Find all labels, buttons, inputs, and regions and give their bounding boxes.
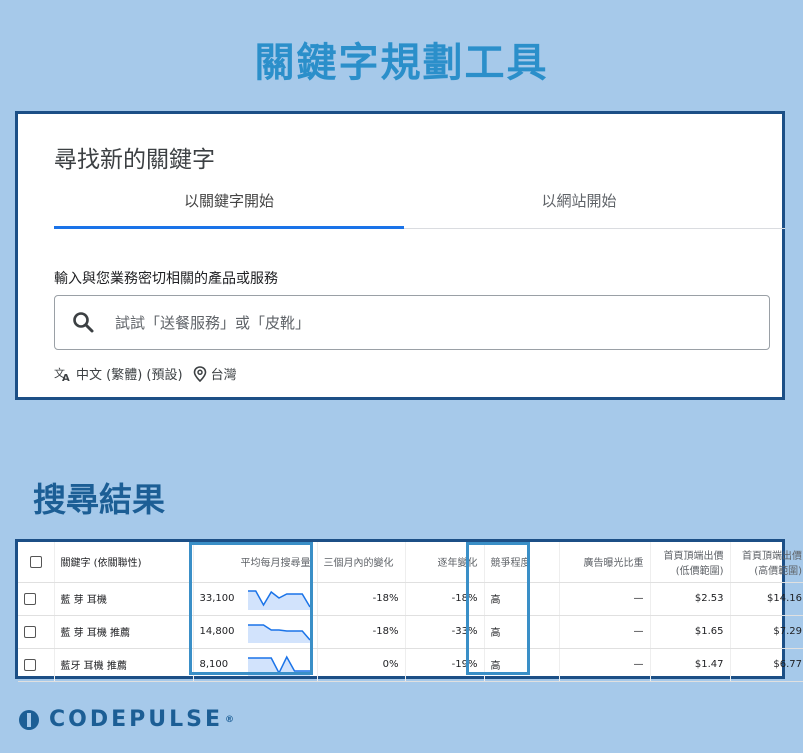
bid-high-cell: $14.16 (729, 582, 803, 616)
trend-sparkline (247, 589, 311, 610)
locale-row: 文 A 中文 (繁體) (預設) 台灣 (54, 364, 237, 384)
trend-sparkline (247, 623, 311, 643)
three-month-cell: 0% (316, 648, 405, 682)
tab-start-with-website[interactable]: 以網站開始 (404, 190, 754, 226)
row-checkbox-cell (18, 582, 54, 616)
translate-icon: 文 A (54, 366, 70, 382)
bid-low-cell: $2.53 (649, 582, 730, 616)
input-label: 輸入與您業務密切相關的產品或服務 (54, 271, 278, 287)
results-title: 搜尋結果 (33, 480, 165, 519)
page-title: 關鍵字規劃工具 (254, 40, 549, 86)
keyword-cell[interactable]: 藍牙 耳機 推薦 (53, 648, 193, 682)
impression-share-cell: — (558, 582, 650, 616)
table-row: 藍牙 耳機 推薦 8,100 0% -19% 高 — $1.47 $6.77 (18, 648, 803, 682)
svg-text:A: A (62, 373, 70, 382)
impression-share-cell: — (558, 648, 650, 682)
volume-value: 14,800 (199, 626, 235, 637)
three-month-cell: -18% (316, 582, 405, 616)
competition-cell: 高 (483, 615, 559, 649)
volume-cell: 8,100 (192, 648, 317, 682)
col-yoy-change[interactable]: 逐年變化 (404, 542, 484, 583)
yoy-cell: -18% (404, 582, 484, 616)
select-all-cell (18, 542, 54, 583)
location-selector[interactable]: 台灣 (211, 364, 237, 383)
table-header-row: 關鍵字 (依關聯性) 平均每月搜尋量 三個月內的變化 逐年變化 競爭程度 廣告曝… (18, 542, 803, 583)
volume-value: 33,100 (199, 593, 235, 604)
logo-text: CODEPULSE (49, 707, 224, 732)
three-month-cell: -18% (316, 615, 405, 649)
active-tab-indicator (54, 226, 404, 229)
volume-cell: 14,800 (192, 615, 317, 649)
language-selector[interactable]: 中文 (繁體) (預設) (76, 364, 183, 383)
col-competition[interactable]: 競爭程度 (483, 542, 559, 583)
bid-high-cell: $6.77 (729, 648, 803, 682)
search-input[interactable] (113, 308, 757, 338)
finder-title: 尋找新的關鍵字 (54, 147, 215, 173)
brand-logo: CODEPULSE ® (17, 707, 234, 732)
col-bid-low[interactable]: 首頁頂端出價 (低價範圍) (649, 542, 730, 583)
col-impression-share[interactable]: 廣告曝光比重 (558, 542, 650, 583)
col-bid-high[interactable]: 首頁頂端出價 (高價範圍) (729, 542, 803, 583)
row-checkbox-cell (18, 648, 54, 682)
select-all-checkbox[interactable] (29, 555, 42, 568)
bid-low-cell: $1.47 (649, 648, 730, 682)
col-keyword[interactable]: 關鍵字 (依關聯性) (53, 542, 193, 583)
search-icon (73, 312, 94, 333)
keyword-cell[interactable]: 藍 芽 耳機 (53, 582, 193, 616)
yoy-cell: -19% (404, 648, 484, 682)
table-row: 藍 芽 耳機 推薦 14,800 -18% -33% 高 — $1.65 $7.… (18, 615, 803, 649)
location-pin-icon (193, 365, 206, 382)
row-checkbox[interactable] (24, 658, 36, 671)
row-checkbox[interactable] (24, 625, 36, 638)
row-checkbox[interactable] (24, 592, 36, 605)
yoy-cell: -33% (404, 615, 484, 649)
volume-cell: 33,100 (192, 582, 317, 616)
col-avg-monthly-searches[interactable]: 平均每月搜尋量 (192, 542, 317, 583)
row-checkbox-cell (18, 615, 54, 649)
col-three-month-change[interactable]: 三個月內的變化 (316, 542, 405, 583)
results-table: 關鍵字 (依關聯性) 平均每月搜尋量 三個月內的變化 逐年變化 競爭程度 廣告曝… (18, 542, 803, 682)
logo-mark-icon (19, 709, 39, 730)
keyword-cell[interactable]: 藍 芽 耳機 推薦 (53, 615, 193, 649)
competition-cell: 高 (483, 648, 559, 682)
volume-value: 8,100 (199, 659, 229, 670)
keyword-finder-panel: 尋找新的關鍵字 以關鍵字開始 以網站開始 輸入與您業務密切相關的產品或服務 文 … (15, 111, 785, 400)
impression-share-cell: — (558, 615, 650, 649)
trend-sparkline (247, 654, 310, 676)
bid-high-cell: $7.29 (729, 615, 803, 649)
bid-low-cell: $1.65 (649, 615, 730, 649)
trademark: ® (225, 714, 235, 725)
tab-start-with-keywords[interactable]: 以關鍵字開始 (54, 190, 404, 226)
table-row: 藍 芽 耳機 33,100 -18% -18% 高 — $2.53 $14.16 (18, 582, 803, 616)
trend-area (247, 624, 310, 643)
results-table-panel: 關鍵字 (依關聯性) 平均每月搜尋量 三個月內的變化 逐年變化 競爭程度 廣告曝… (15, 539, 803, 682)
search-box[interactable] (54, 295, 770, 350)
competition-cell: 高 (483, 582, 559, 616)
